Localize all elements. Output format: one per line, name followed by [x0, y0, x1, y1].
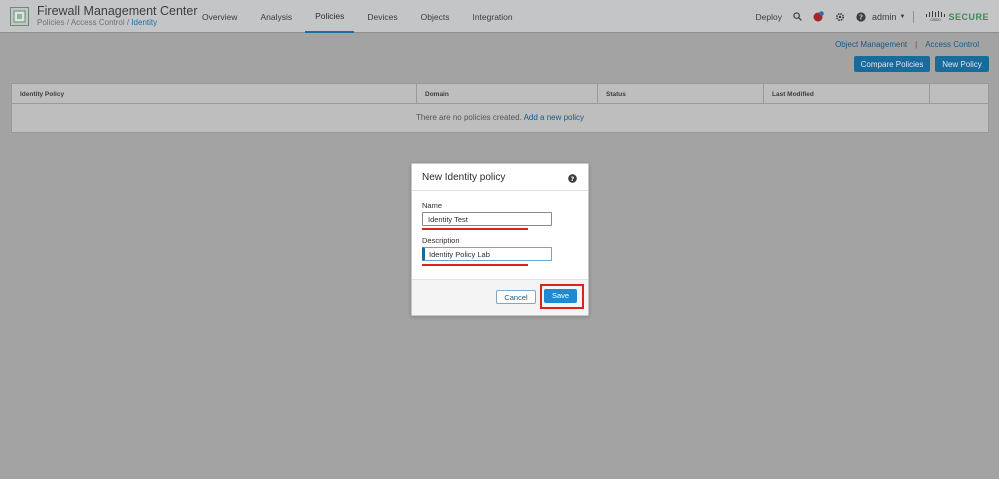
column-last-modified[interactable]: Last Modified	[764, 84, 930, 103]
fmc-logo-icon[interactable]	[10, 7, 29, 26]
svg-text:?: ?	[571, 176, 575, 183]
link-separator: |	[915, 40, 918, 49]
cancel-button[interactable]: Cancel	[496, 290, 536, 304]
breadcrumb-identity: Identity	[131, 18, 158, 27]
search-icon	[793, 12, 802, 21]
app-title: Firewall Management Center	[37, 4, 198, 18]
description-label: Description	[422, 236, 460, 245]
top-links: Object Management | Access Control	[835, 40, 979, 49]
dialog-divider	[412, 190, 588, 191]
nav-devices[interactable]: Devices	[357, 0, 407, 33]
settings-button[interactable]	[835, 12, 845, 22]
chevron-down-icon: ▼	[899, 13, 906, 20]
access-control-link[interactable]: Access Control	[925, 40, 979, 49]
column-status[interactable]: Status	[598, 84, 764, 103]
gear-icon	[836, 12, 845, 21]
nav-objects[interactable]: Objects	[411, 0, 460, 33]
help-icon: ?	[856, 11, 866, 22]
column-identity-policy[interactable]: Identity Policy	[12, 84, 417, 103]
nav-integration[interactable]: Integration	[462, 0, 522, 33]
cisco-wordmark: cisco	[930, 17, 941, 22]
alerts-button[interactable]	[813, 11, 824, 22]
svg-text:?: ?	[859, 13, 863, 21]
save-annotation-box: Save	[540, 284, 584, 309]
object-management-link[interactable]: Object Management	[835, 40, 907, 49]
empty-state-text: There are no policies created.	[415, 113, 522, 122]
header-divider	[913, 10, 915, 23]
new-policy-button[interactable]: New Policy	[935, 56, 989, 72]
dialog-footer: Cancel Save	[412, 279, 588, 315]
user-name: admin	[872, 11, 897, 22]
nav-analysis[interactable]: Analysis	[250, 0, 302, 33]
breadcrumb-access-control[interactable]: Access Control	[71, 18, 125, 27]
deploy-button[interactable]: Deploy	[756, 12, 782, 22]
breadcrumb-policies[interactable]: Policies	[37, 18, 65, 27]
table-header: Identity Policy Domain Status Last Modif…	[12, 84, 988, 104]
user-menu[interactable]: admin ▼	[872, 12, 905, 22]
policies-table: Identity Policy Domain Status Last Modif…	[11, 83, 989, 133]
nav-policies[interactable]: Policies	[305, 0, 355, 33]
name-annotation-underline	[422, 228, 528, 230]
name-label: Name	[422, 201, 443, 210]
nav-overview[interactable]: Overview	[192, 0, 247, 33]
breadcrumb-separator: /	[126, 18, 130, 27]
top-header: Firewall Management Center Policies / Ac…	[0, 0, 999, 33]
description-annotation-underline	[422, 264, 528, 266]
new-identity-policy-dialog: New Identity policy ? Name Description C…	[411, 163, 589, 316]
help-icon[interactable]: ?	[568, 174, 577, 183]
name-input[interactable]	[422, 212, 552, 226]
main-nav: Overview Analysis Policies Devices Objec…	[192, 0, 526, 33]
breadcrumb-separator: /	[66, 18, 70, 27]
search-button[interactable]	[793, 12, 802, 21]
help-button[interactable]: ?	[856, 11, 866, 22]
compare-policies-button[interactable]: Compare Policies	[854, 56, 930, 72]
cisco-secure-logo: cisco SECURE	[925, 11, 989, 22]
save-button[interactable]: Save	[544, 288, 577, 303]
column-actions	[930, 84, 988, 103]
secure-wordmark: SECURE	[948, 11, 989, 22]
add-new-policy-link[interactable]: Add a new policy	[524, 113, 584, 122]
empty-state: There are no policies created. Add a new…	[12, 104, 988, 122]
breadcrumb: Policies / Access Control / Identity	[37, 18, 157, 27]
column-domain[interactable]: Domain	[417, 84, 598, 103]
dialog-title: New Identity policy	[422, 172, 506, 183]
alert-icon	[813, 11, 824, 22]
description-input[interactable]	[422, 247, 552, 261]
header-tools: Deploy ? admin ▼ cisco SECURE	[745, 0, 989, 33]
